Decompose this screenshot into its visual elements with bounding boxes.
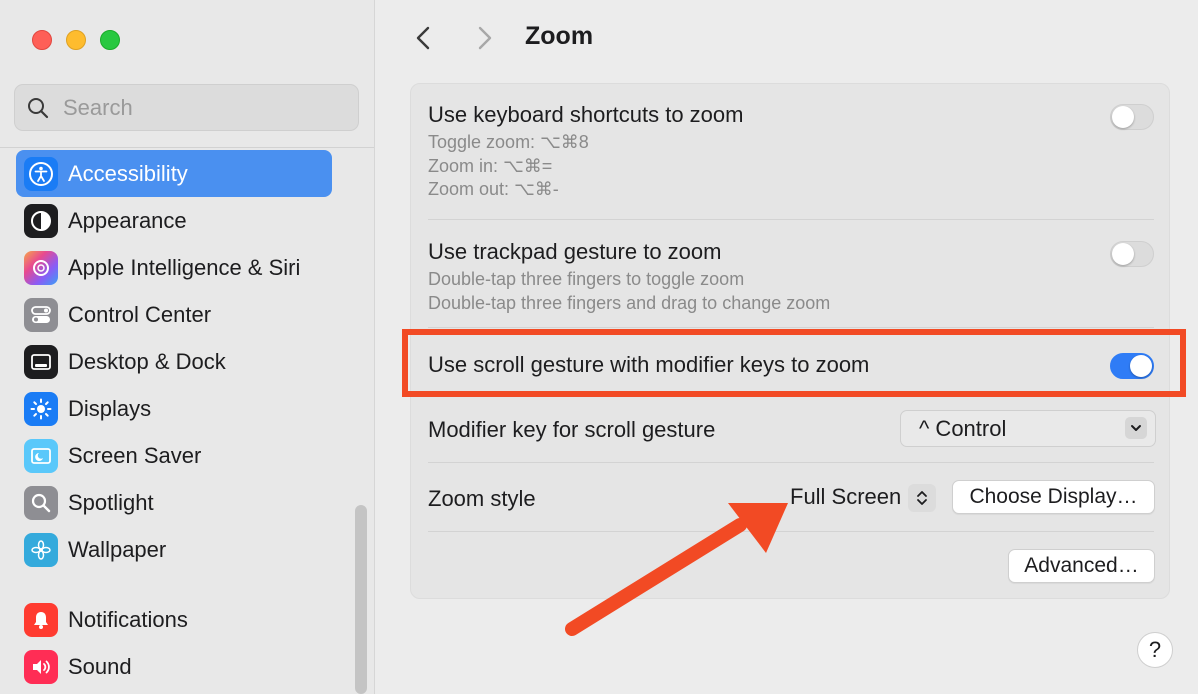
search-input[interactable]: Search <box>14 84 359 131</box>
desktop-dock-icon <box>24 344 58 379</box>
accessibility-icon <box>24 156 58 191</box>
divider <box>428 219 1154 220</box>
sidebar-divider <box>0 147 374 148</box>
appearance-icon <box>24 203 58 238</box>
sidebar-item-label: Accessibility <box>68 160 188 186</box>
sidebar-item-label: Control Center <box>68 301 212 327</box>
sidebar-item-label: Wallpaper <box>68 536 167 562</box>
annotation-arrow-icon <box>565 503 788 636</box>
sidebar-item-accessibility[interactable]: Accessibility <box>16 150 332 197</box>
modifier-key-label: Modifier key for scroll gesture <box>428 417 716 442</box>
sidebar-item-appearance[interactable]: Appearance <box>16 197 332 244</box>
sidebar: Search Accessibility Appearance Apple In… <box>0 0 375 694</box>
sidebar-item-desktop-dock[interactable]: Desktop & Dock <box>16 338 332 385</box>
chevron-down-icon <box>1125 417 1147 439</box>
window-controls <box>32 30 120 50</box>
sidebar-item-label: Sound <box>68 653 132 679</box>
sidebar-scrollbar[interactable] <box>355 505 367 694</box>
toggle-zoom-shortcut: Toggle zoom: ⌥⌘8 <box>428 132 589 152</box>
sidebar-item-wallpaper[interactable]: Wallpaper <box>16 526 332 573</box>
sidebar-item-apple-intelligence-siri[interactable]: Apple Intelligence & Siri <box>16 244 332 291</box>
notifications-icon <box>24 602 58 637</box>
sidebar-item-label: Desktop & Dock <box>68 348 226 374</box>
divider <box>428 327 1154 328</box>
spotlight-icon <box>24 485 58 520</box>
sidebar-item-label: Apple Intelligence & Siri <box>68 254 301 280</box>
annotation-highlight-box <box>402 329 1186 397</box>
sidebar-item-notifications[interactable]: Notifications <box>16 596 332 643</box>
sidebar-item-label: Notifications <box>68 606 188 632</box>
minimize-button[interactable] <box>66 30 86 50</box>
back-chevron-icon[interactable] <box>412 24 436 52</box>
zoom-out-shortcut: Zoom out: ⌥⌘- <box>428 179 559 199</box>
wallpaper-icon <box>24 532 58 567</box>
help-button[interactable]: ? <box>1137 632 1173 668</box>
control-center-icon <box>24 297 58 332</box>
search-icon <box>28 97 49 118</box>
sidebar-item-screen-saver[interactable]: Screen Saver <box>16 432 332 479</box>
sidebar-item-label: Screen Saver <box>68 442 202 468</box>
sidebar-item-label: Spotlight <box>68 489 154 515</box>
sidebar-item-label: Appearance <box>68 207 187 233</box>
advanced-button[interactable]: Advanced… <box>1008 549 1155 583</box>
keyboard-shortcuts-label: Use keyboard shortcuts to zoom <box>428 102 744 127</box>
zoom-style-value[interactable]: Full Screen <box>790 484 901 510</box>
forward-chevron-icon[interactable] <box>472 24 496 52</box>
sidebar-item-label: Displays <box>68 395 152 421</box>
search-placeholder: Search <box>63 94 133 120</box>
up-down-chevron-icon[interactable] <box>908 484 936 512</box>
zoom-in-shortcut: Zoom in: ⌥⌘= <box>428 155 553 176</box>
close-button[interactable] <box>32 30 52 50</box>
choose-display-button[interactable]: Choose Display… <box>952 480 1155 514</box>
trackpad-gesture-label: Use trackpad gesture to zoom <box>428 239 722 264</box>
trackpad-gesture-toggle[interactable] <box>1110 241 1154 267</box>
siri-icon <box>24 250 58 285</box>
screen-saver-icon <box>24 438 58 473</box>
trackpad-hint-drag: Double-tap three fingers and drag to cha… <box>428 292 831 313</box>
page-title: Zoom <box>525 22 594 50</box>
keyboard-shortcuts-toggle[interactable] <box>1110 104 1154 130</box>
modifier-key-popup[interactable]: ^ Control <box>900 410 1156 447</box>
zoom-style-label: Zoom style <box>428 486 536 511</box>
displays-icon <box>24 391 58 426</box>
sidebar-item-spotlight[interactable]: Spotlight <box>16 479 332 526</box>
divider <box>428 462 1154 463</box>
sidebar-item-displays[interactable]: Displays <box>16 385 332 432</box>
sidebar-item-sound[interactable]: Sound <box>16 643 332 690</box>
modifier-key-value: ^ Control <box>919 415 1007 441</box>
sidebar-item-control-center[interactable]: Control Center <box>16 291 332 338</box>
sound-icon <box>24 649 58 684</box>
trackpad-hint-toggle: Double-tap three fingers to toggle zoom <box>428 269 745 289</box>
zoom-window-button[interactable] <box>100 30 120 50</box>
